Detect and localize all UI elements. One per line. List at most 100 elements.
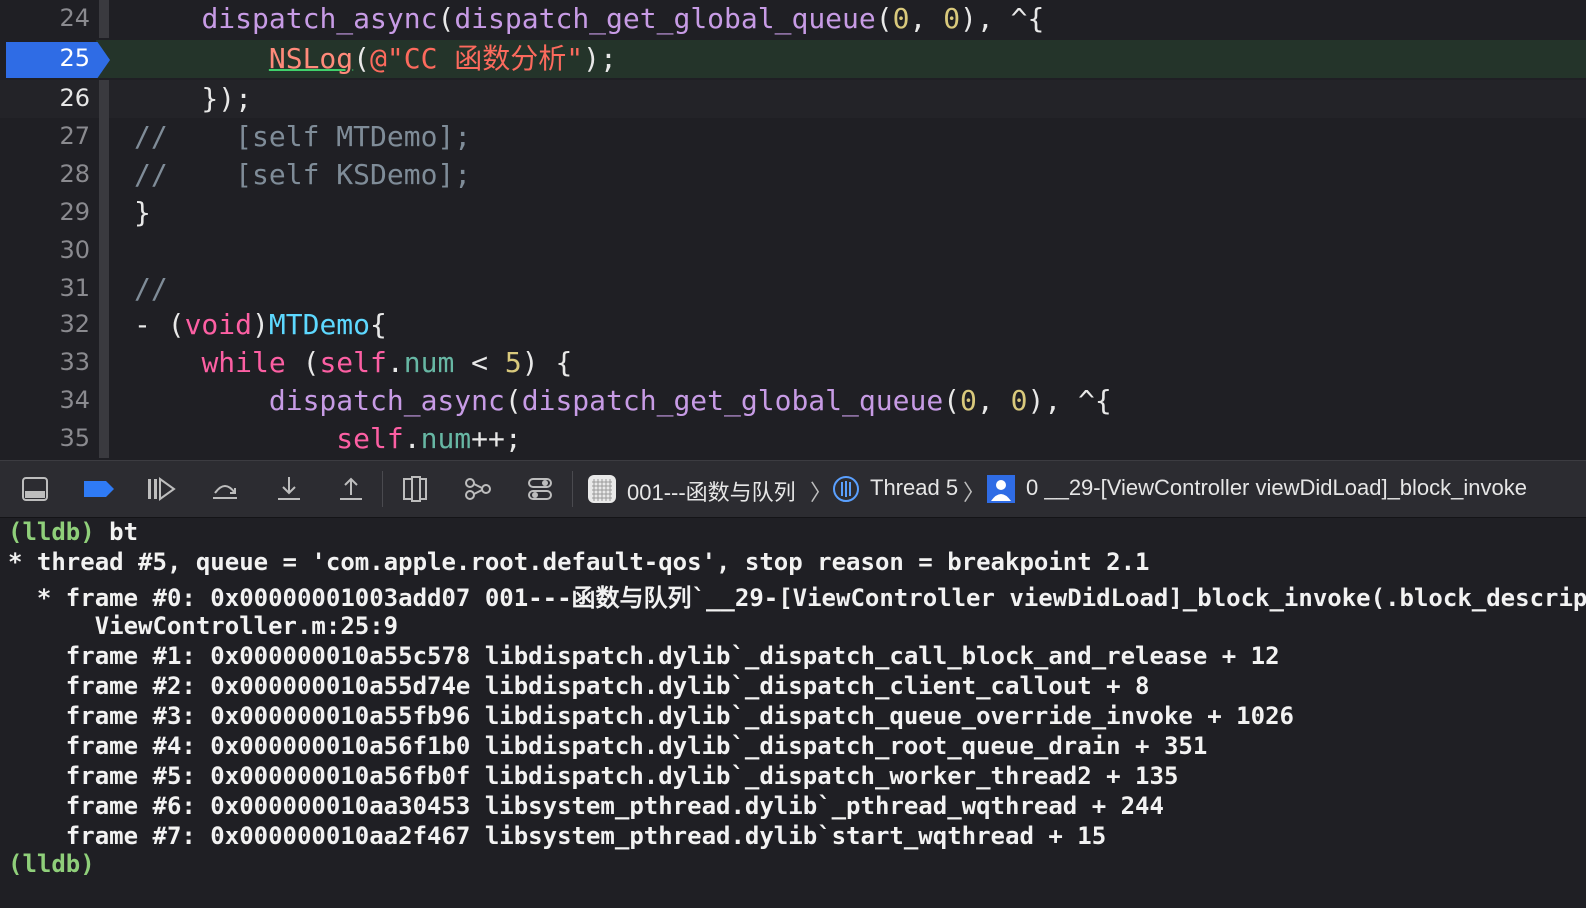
line-gutter[interactable]: 28 [0, 156, 96, 194]
step-into-icon[interactable] [274, 475, 304, 503]
console-text: frame #1: 0x000000010a55c578 libdispatch… [8, 642, 1280, 670]
code-token: 5 [504, 346, 522, 379]
line-gutter[interactable]: 35 [0, 420, 96, 458]
lldb-console[interactable]: (lldb) bt * thread #5, queue = 'com.apple… [0, 518, 1586, 908]
code-token: // [self MTDemo]; [134, 120, 472, 153]
console-line: frame #4: 0x000000010a56f1b0 libdispatch… [8, 732, 1208, 760]
console-line: (lldb) [8, 850, 95, 878]
code-line[interactable]: 24 dispatch_async(dispatch_get_global_qu… [0, 0, 1586, 38]
console-line: frame #7: 0x000000010aa2f467 libsystem_p… [8, 822, 1106, 850]
line-number: 30 [59, 236, 90, 264]
code-token: dispatch_async [268, 384, 505, 417]
memory-graph-icon[interactable] [463, 475, 493, 503]
line-number: 28 [59, 160, 90, 188]
code-line[interactable]: 34 dispatch_async(dispatch_get_global_qu… [0, 382, 1586, 420]
line-number: 26 [59, 84, 90, 112]
line-gutter[interactable]: 32 [0, 306, 96, 344]
breakpoint-toggle-icon[interactable] [82, 475, 116, 503]
code-text[interactable]: } [134, 196, 151, 230]
code-token: dispatch_get_global_queue [454, 2, 876, 35]
console-text: frame #4: 0x000000010a56f1b0 libdispatch… [8, 732, 1208, 760]
code-token: ( [437, 2, 455, 35]
console-text: frame #3: 0x000000010a55fb96 libdispatch… [8, 702, 1294, 730]
code-token: dispatch_get_global_queue [521, 384, 944, 417]
change-strip [99, 306, 109, 344]
code-line[interactable]: 26 }); [0, 80, 1586, 118]
code-token: . [403, 422, 421, 455]
lldb-prompt: (lldb) [8, 850, 95, 878]
line-gutter[interactable]: 34 [0, 382, 96, 420]
line-gutter[interactable]: 29 [0, 194, 96, 232]
line-number: 33 [59, 348, 90, 376]
console-line: frame #1: 0x000000010a55c578 libdispatch… [8, 642, 1280, 670]
code-token: - ( [134, 308, 185, 341]
change-strip [99, 0, 109, 38]
code-text[interactable]: - (void)MTDemo{ [134, 308, 387, 342]
code-line[interactable]: 25 NSLog(@"CC 函数分析"); [0, 40, 1586, 78]
console-text: * frame #0: 0x00000001003add07 001---函数与… [8, 584, 1586, 612]
code-text[interactable]: dispatch_async(dispatch_get_global_queue… [134, 384, 1112, 418]
code-text[interactable]: // [self MTDemo]; [134, 120, 471, 154]
line-number: 25 [59, 44, 90, 72]
view-hierarchy-icon[interactable] [400, 475, 430, 503]
code-token: 0 [943, 2, 961, 35]
toolbar-separator [572, 471, 573, 507]
change-strip [99, 118, 109, 156]
code-token: , [909, 2, 944, 35]
environment-overrides-icon[interactable] [525, 475, 555, 503]
code-line[interactable]: 35 self.num++; [0, 420, 1586, 458]
breakpoint-marker[interactable]: 25 [6, 42, 110, 78]
code-line[interactable]: 32 - (void)MTDemo{ [0, 306, 1586, 344]
code-token: ) [252, 308, 269, 341]
hide-debug-area-icon[interactable] [20, 475, 50, 503]
code-text[interactable]: }); [134, 82, 252, 116]
code-line[interactable]: 28 // [self KSDemo]; [0, 156, 1586, 194]
breadcrumb-frame[interactable]: 0 __29-[ViewController viewDidLoad]_bloc… [1026, 475, 1527, 501]
code-token: void [184, 308, 253, 341]
console-line: (lldb) bt [8, 518, 138, 546]
code-line[interactable]: 29} [0, 194, 1586, 232]
code-token: 0 [1010, 384, 1028, 417]
line-gutter[interactable]: 33 [0, 344, 96, 382]
lldb-prompt: (lldb) [8, 518, 95, 546]
code-line[interactable]: 33 while (self.num < 5) { [0, 344, 1586, 382]
code-line[interactable]: 31 // [0, 270, 1586, 308]
change-strip [99, 156, 109, 194]
console-text: bt [94, 518, 139, 546]
source-editor[interactable]: 24 dispatch_async(dispatch_get_global_qu… [0, 0, 1586, 460]
line-gutter[interactable]: 31 [0, 270, 96, 308]
breadcrumb-thread[interactable]: Thread 5 [870, 475, 958, 501]
line-gutter[interactable]: 25 [0, 40, 110, 78]
line-gutter[interactable]: 30 [0, 232, 96, 270]
debug-bar: 001---函数与队列 〉 Thread 5 〉 0 __29-[ViewCon… [0, 460, 1586, 518]
code-line[interactable]: 27 // [self MTDemo]; [0, 118, 1586, 156]
line-gutter[interactable]: 24 [0, 0, 96, 38]
code-text[interactable]: while (self.num < 5) { [134, 346, 572, 380]
code-token: , [976, 384, 1011, 417]
code-text[interactable]: dispatch_async(dispatch_get_global_queue… [134, 2, 1044, 36]
code-text[interactable]: NSLog(@"CC 函数分析"); [134, 42, 617, 76]
code-token: . [386, 346, 404, 379]
code-token: self [319, 346, 387, 379]
change-strip [99, 194, 109, 232]
step-over-icon[interactable] [210, 475, 240, 503]
breadcrumb-target[interactable]: 001---函数与队列 [627, 475, 796, 507]
code-line[interactable]: 30 [0, 232, 1586, 270]
change-strip [99, 80, 109, 118]
step-out-icon[interactable] [336, 475, 366, 503]
continue-icon[interactable] [145, 475, 176, 503]
stack-frame-user-icon [986, 475, 1016, 503]
code-text[interactable]: // [134, 272, 168, 306]
code-text[interactable]: self.num++; [134, 422, 521, 456]
code-token: ( [285, 346, 320, 379]
code-token: MTDemo [268, 308, 371, 341]
line-gutter[interactable]: 26 [0, 80, 96, 118]
code-text[interactable]: // [self KSDemo]; [134, 158, 471, 192]
line-number: 29 [59, 198, 90, 226]
line-gutter[interactable]: 27 [0, 118, 96, 156]
code-token: }); [134, 82, 253, 115]
line-number: 27 [59, 122, 90, 150]
